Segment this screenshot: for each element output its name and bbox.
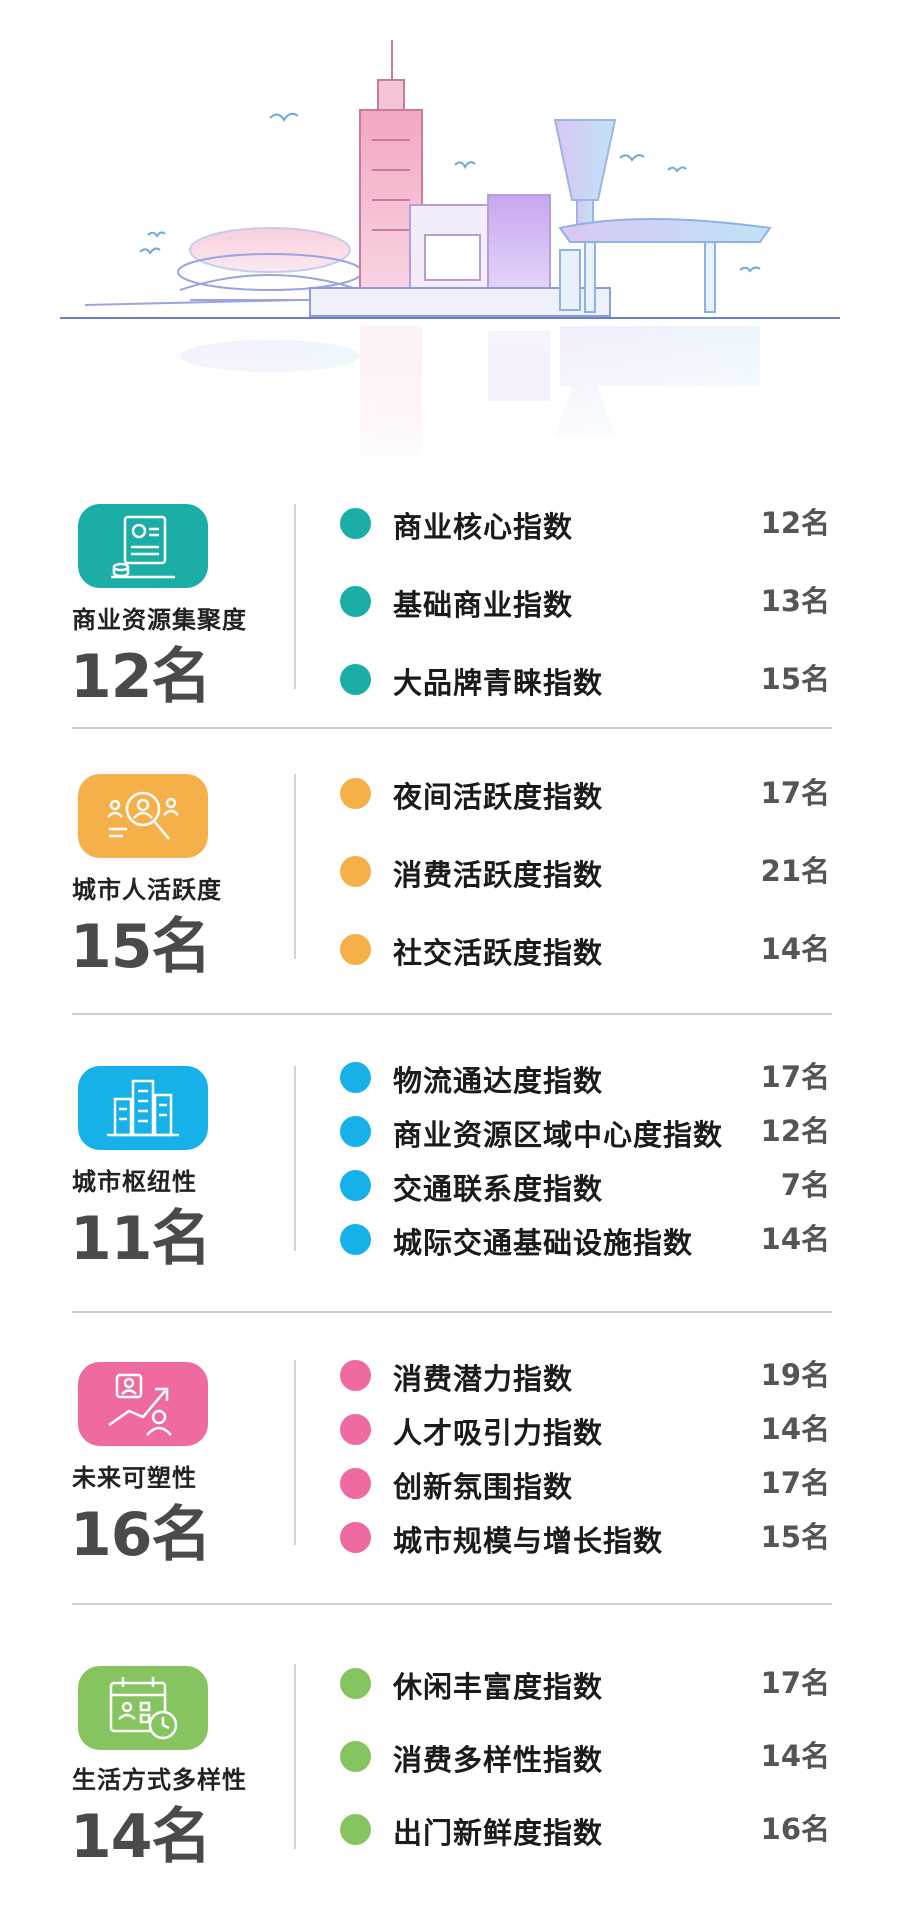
section-divider [72,727,832,729]
index-rank: 14名 [760,1739,830,1773]
index-label: 城际交通基础设施指数 [393,1226,694,1260]
index-label: 商业核心指数 [393,510,574,544]
bullet-dot [340,1668,371,1699]
index-rank: 16名 [760,1812,830,1846]
bullet-dot [340,508,371,539]
bullet-dot [340,1741,371,1772]
vertical-divider [294,1664,296,1849]
bullet-dot [340,1224,371,1255]
section-divider [72,1603,832,1605]
list-item: 交通联系度指数 7名 [340,1164,830,1206]
index-label: 社交活跃度指数 [393,936,604,970]
index-label: 物流通达度指数 [393,1064,604,1098]
bullet-dot [340,1360,371,1391]
index-rank: 14名 [760,1222,830,1256]
bullet-dot [340,934,371,965]
index-rank: 17名 [760,1466,830,1500]
list-item: 休闲丰富度指数 17名 [340,1662,830,1704]
list-item: 城际交通基础设施指数 14名 [340,1218,830,1260]
business-document-icon [111,515,175,579]
category-rank: 11名 [70,1204,211,1274]
bullet-dot [340,1116,371,1147]
index-label: 消费潜力指数 [393,1362,574,1396]
growth-chart-icon [108,1373,172,1436]
index-label: 消费活跃度指数 [393,858,604,892]
category-rank: 14名 [70,1802,211,1872]
index-label: 商业资源区域中心度指数 [393,1118,724,1152]
vertical-divider [294,504,296,689]
index-rank: 12名 [760,506,830,540]
vertical-divider [294,774,296,959]
index-rank: 17名 [760,1666,830,1700]
category-rank: 12名 [70,642,211,712]
category-badge [78,1362,208,1446]
index-label: 创新氛围指数 [393,1470,574,1504]
list-item: 创新氛围指数 17名 [340,1462,830,1504]
index-rank: 17名 [760,1060,830,1094]
bullet-dot [340,1414,371,1445]
section-divider [72,1013,832,1015]
list-item: 大品牌青睐指数 15名 [340,658,830,700]
bullet-dot [340,1170,371,1201]
index-label: 城市规模与增长指数 [393,1524,664,1558]
vertical-divider [294,1066,296,1251]
index-label: 夜间活跃度指数 [393,780,604,814]
category-badge [78,1066,208,1150]
list-item: 人才吸引力指数 14名 [340,1408,830,1450]
city-buildings-icon [107,1079,179,1137]
category-badge [78,504,208,588]
vertical-divider [294,1360,296,1545]
category-badge [78,1666,208,1750]
bullet-dot [340,1062,371,1093]
index-label: 交通联系度指数 [393,1172,604,1206]
list-item: 夜间活跃度指数 17名 [340,772,830,814]
bullet-dot [340,586,371,617]
index-label: 消费多样性指数 [393,1743,604,1777]
list-item: 物流通达度指数 17名 [340,1056,830,1098]
category-rank: 15名 [70,912,211,982]
index-rank: 17名 [760,776,830,810]
index-rank: 14名 [760,932,830,966]
index-label: 大品牌青睐指数 [393,666,604,700]
list-item: 消费潜力指数 19名 [340,1354,830,1396]
index-rank: 12名 [760,1114,830,1148]
index-rank: 15名 [760,662,830,696]
index-rank: 13名 [760,584,830,618]
category-rank: 16名 [70,1500,211,1570]
list-item: 商业核心指数 12名 [340,502,830,544]
index-label: 基础商业指数 [393,588,574,622]
bullet-dot [340,1814,371,1845]
bullet-dot [340,664,371,695]
city-skyline-illustration [0,40,900,470]
list-item: 出门新鲜度指数 16名 [340,1808,830,1850]
bullet-dot [340,1468,371,1499]
index-rank: 14名 [760,1412,830,1446]
bullet-dot [340,778,371,809]
list-item: 社交活跃度指数 14名 [340,928,830,970]
list-item: 商业资源区域中心度指数 12名 [340,1110,830,1152]
list-item: 消费活跃度指数 21名 [340,850,830,892]
list-item: 城市规模与增长指数 15名 [340,1516,830,1558]
index-rank: 19名 [760,1358,830,1392]
index-rank: 7名 [780,1168,830,1202]
calendar-clock-icon [109,1677,178,1740]
index-label: 人才吸引力指数 [393,1416,604,1450]
index-rank: 21名 [760,854,830,888]
section-divider [72,1311,832,1313]
bullet-dot [340,1522,371,1553]
category-badge [78,774,208,858]
list-item: 消费多样性指数 14名 [340,1735,830,1777]
index-rank: 15名 [760,1520,830,1554]
people-search-icon [107,791,179,840]
list-item: 基础商业指数 13名 [340,580,830,622]
index-label: 休闲丰富度指数 [393,1670,604,1704]
bullet-dot [340,856,371,887]
index-label: 出门新鲜度指数 [393,1816,604,1850]
